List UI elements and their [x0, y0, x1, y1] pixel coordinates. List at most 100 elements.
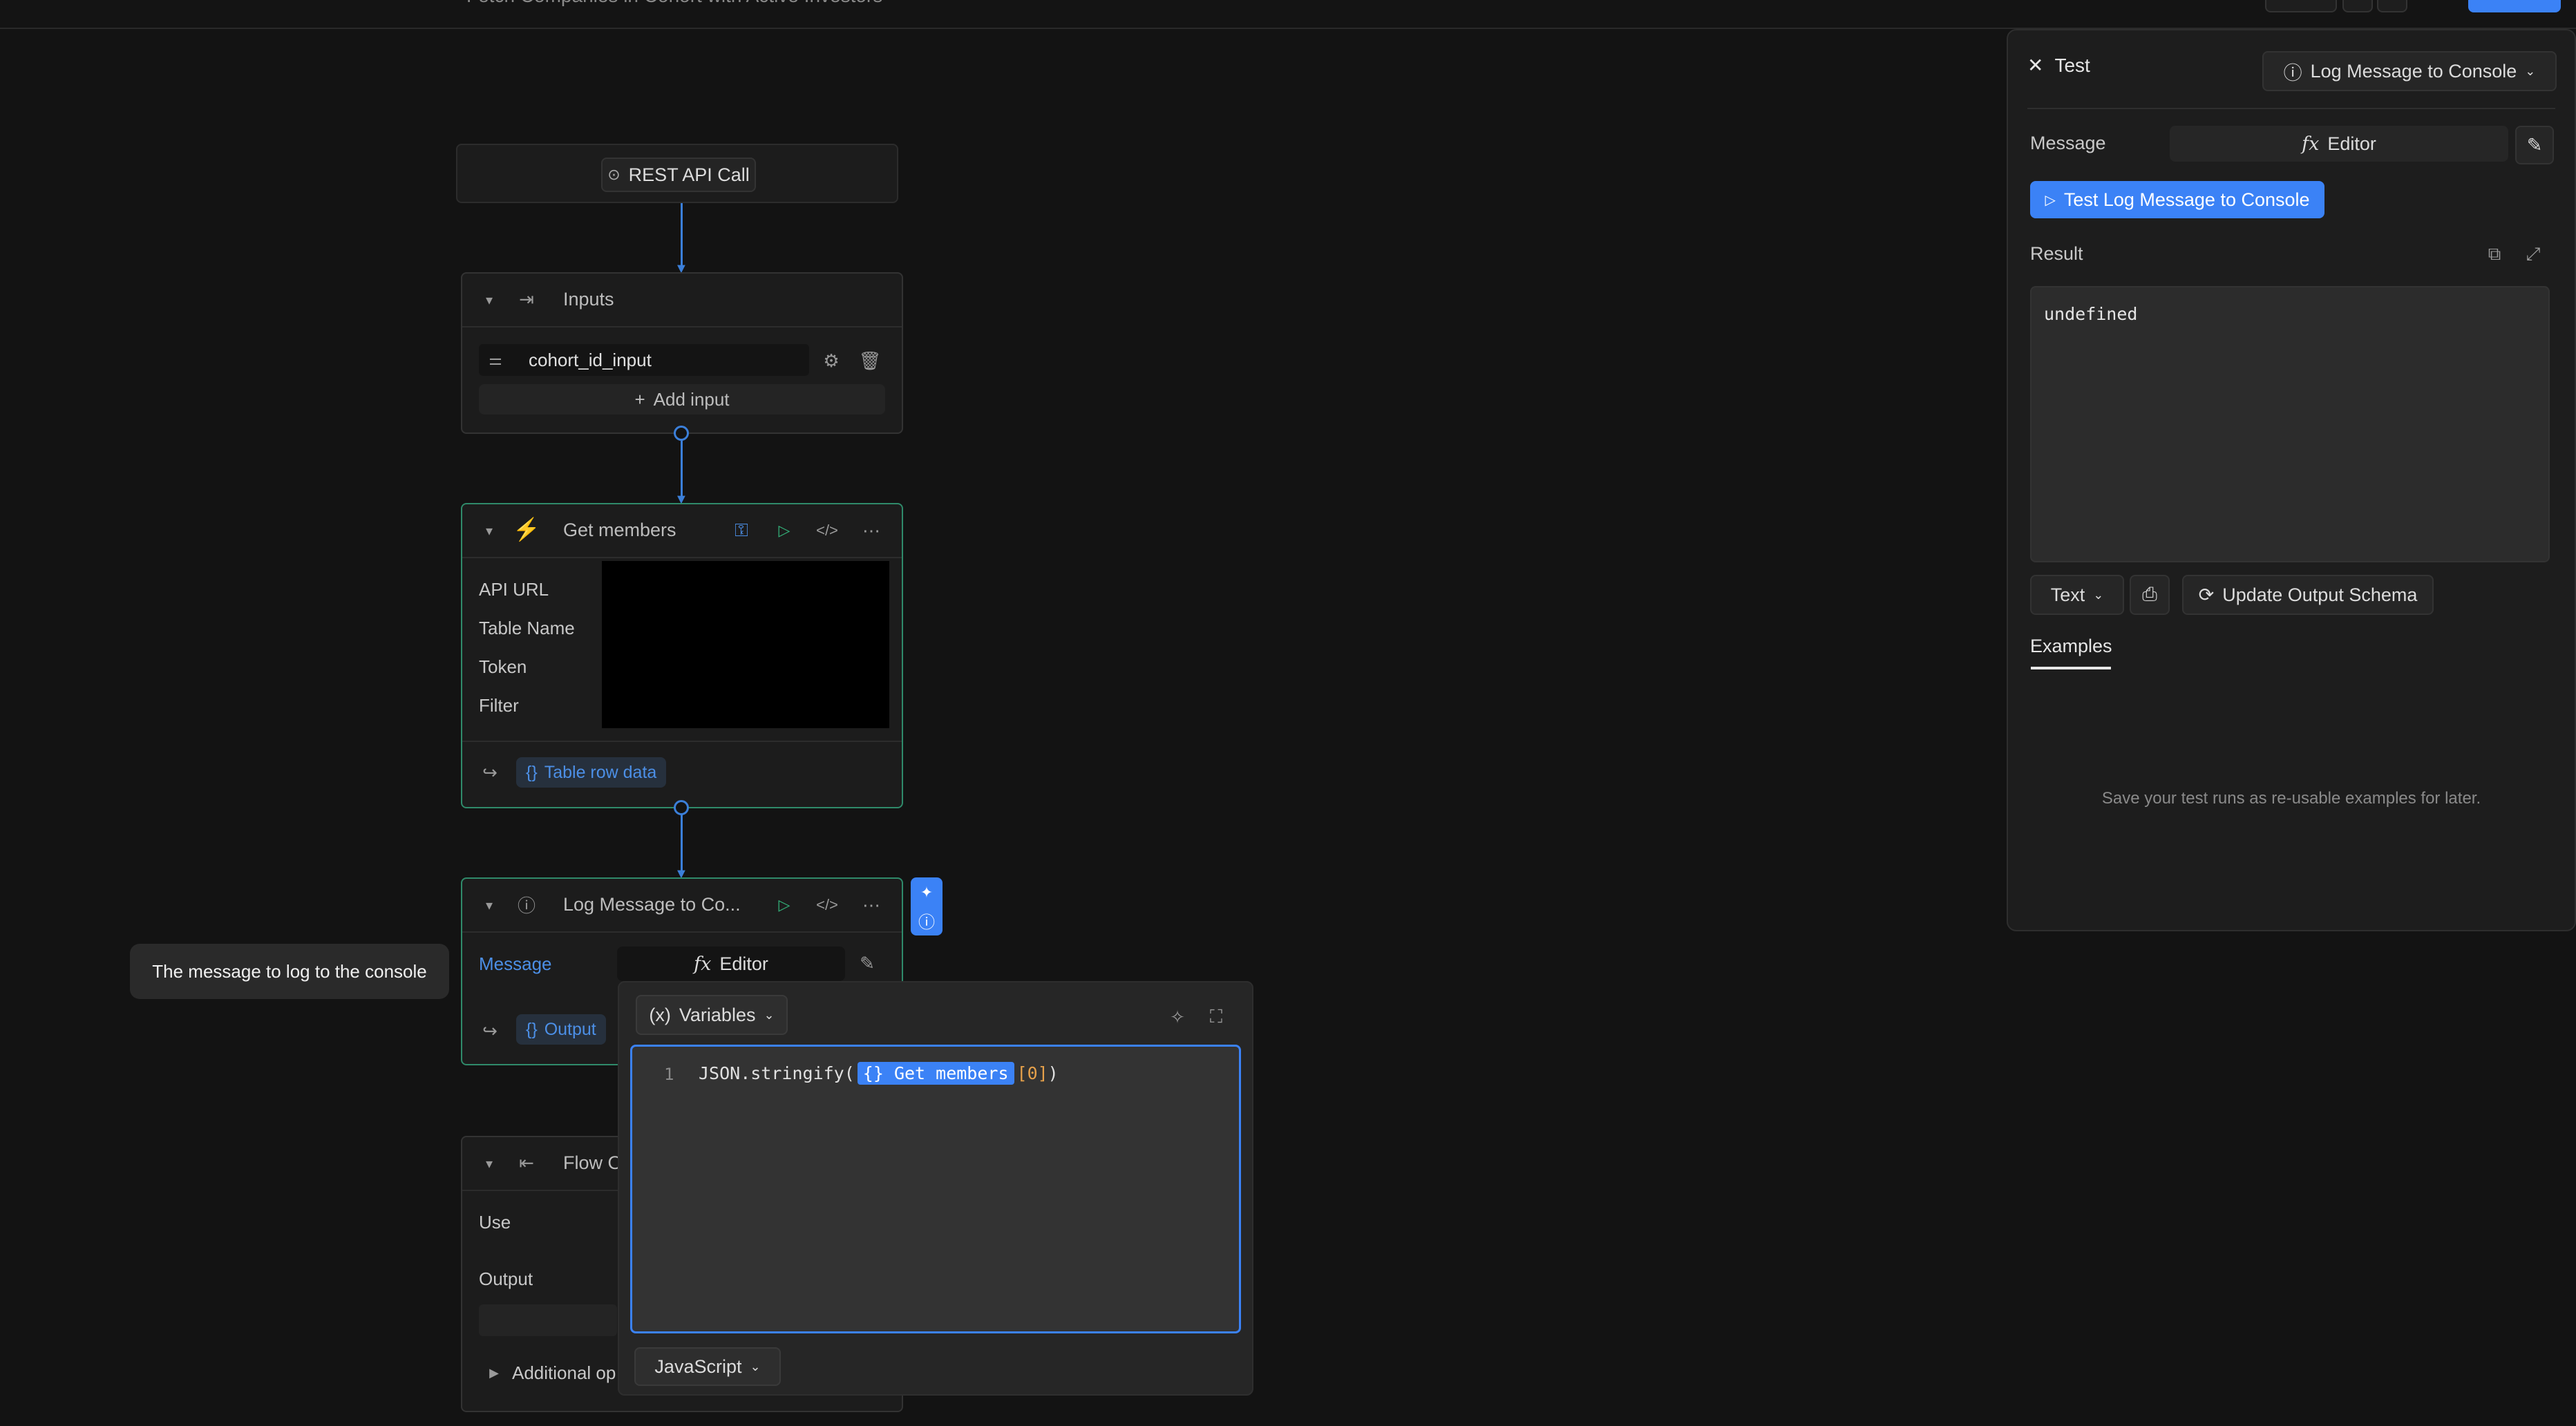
output-label: Output	[544, 1019, 596, 1039]
play-icon: ▷	[2045, 192, 2056, 208]
test-step-button[interactable]: ▷ Test Log Message to Console	[2030, 181, 2324, 218]
expand-icon[interactable]: ⤢	[2519, 240, 2547, 268]
webhook-icon: ⊙	[607, 166, 621, 183]
connector-handle[interactable]	[674, 426, 689, 441]
get-members-node[interactable]: ▾ ⚡ Get members ⚿ ▷ </> ⋯ API URL Table …	[461, 503, 903, 808]
close-test-button[interactable]: ✕ Test	[2027, 54, 2090, 77]
info-icon: ⓘ	[517, 895, 536, 916]
add-input-button[interactable]: + Add input	[479, 384, 885, 415]
step-select-dropdown[interactable]: ⓘ Log Message to Console ⌄	[2262, 51, 2557, 91]
collapse-icon[interactable]: ▾	[486, 897, 493, 914]
input-row[interactable]: ⚌ cohort_id_input	[479, 344, 809, 376]
expand-triangle-icon[interactable]: ▶	[487, 1362, 501, 1383]
step-select-label: Log Message to Console	[2310, 60, 2517, 82]
lightning-icon: ⚡	[513, 517, 540, 542]
run-icon[interactable]: ▷	[770, 891, 798, 919]
inputs-header: ▾ ⇥ Inputs	[462, 274, 902, 327]
function-icon: fx	[694, 953, 712, 975]
result-label: Result	[2030, 243, 2083, 264]
node-title: Inputs	[563, 289, 614, 310]
test-step-label: Test Log Message to Console	[2063, 189, 2310, 210]
plus-icon: +	[634, 388, 645, 410]
variables-dropdown[interactable]: (x) Variables ⌄	[636, 995, 788, 1035]
node-title: Get members	[563, 520, 676, 540]
braces-icon: {}	[862, 1063, 894, 1083]
test-flow-button[interactable]	[2265, 0, 2337, 12]
log-message-header: ▾ ⓘ Log Message to Co... ▷ </> ⋯	[462, 879, 902, 933]
node-title: Flow O	[563, 1152, 623, 1173]
editor-label: Editor	[719, 953, 768, 974]
code-icon[interactable]: </>	[813, 517, 841, 544]
info-icon[interactable]: ⓘ	[913, 908, 940, 933]
variables-label: Variables	[679, 1004, 756, 1025]
message-editor-button[interactable]: fx Editor	[617, 947, 845, 981]
divider	[2027, 108, 2555, 109]
save-icon[interactable]: ⎙	[2130, 575, 2170, 615]
language-dropdown[interactable]: JavaScript ⌄	[634, 1347, 781, 1386]
code-icon[interactable]: </>	[813, 891, 841, 919]
language-label: JavaScript	[654, 1356, 742, 1377]
fullscreen-icon[interactable]: ⛶	[1202, 1003, 1230, 1031]
flow-title: Fetch Companies in Cohort with Active In…	[466, 0, 882, 7]
code-editor[interactable]: 1 JSON.stringify( {} Get members [0] )	[630, 1045, 1241, 1333]
variable-chip-label: Get members	[893, 1063, 1009, 1083]
key-icon[interactable]: ⚿	[728, 517, 755, 544]
message-label: Message	[2030, 133, 2106, 153]
output-field[interactable]	[479, 1304, 617, 1336]
pencil-icon[interactable]: ✎	[2515, 126, 2554, 164]
settings-icon[interactable]: ⚙	[817, 347, 845, 374]
field-label-table-name: Table Name	[479, 618, 575, 638]
more-icon[interactable]: ⋯	[858, 517, 885, 544]
add-input-label: Add input	[653, 388, 730, 410]
field-label-api-url: API URL	[479, 579, 549, 600]
empty-examples-text: Save your test runs as re-usable example…	[2101, 789, 2481, 808]
function-icon: fx	[2302, 133, 2320, 155]
edge	[681, 434, 683, 500]
variable-chip[interactable]: {} Get members	[857, 1062, 1014, 1085]
text-type-icon: ⚌	[489, 351, 502, 368]
tab-underline	[2031, 667, 2112, 669]
input-name[interactable]: cohort_id_input	[529, 350, 652, 371]
code-editor-popover: (x) Variables ⌄ ✧ ⛶ 1 JSON.stringify( {}…	[618, 981, 1253, 1396]
fields-preview[interactable]	[602, 561, 889, 728]
edge	[681, 808, 683, 875]
tab-examples[interactable]: Examples	[2030, 636, 2112, 669]
update-schema-button[interactable]: ⟳ Update Output Schema	[2182, 575, 2434, 615]
output-arrow-icon: ↪	[482, 761, 498, 783]
trigger-label: REST API Call	[628, 164, 750, 185]
additional-options-label[interactable]: Additional op	[512, 1362, 616, 1384]
collapse-icon[interactable]: ▾	[486, 292, 493, 309]
message-editor-button[interactable]: fx Editor	[2170, 126, 2508, 162]
output-label: Table row data	[544, 762, 657, 782]
connector-handle[interactable]	[674, 800, 689, 815]
format-select-dropdown[interactable]: Text ⌄	[2030, 575, 2124, 615]
input-arrow-icon: ⇥	[519, 288, 534, 310]
collapse-icon[interactable]: ▾	[486, 522, 493, 540]
trash-icon[interactable]: 🗑	[856, 347, 884, 374]
save-icon[interactable]	[2377, 0, 2407, 12]
braces-icon: {}	[526, 1019, 538, 1039]
update-schema-label: Update Output Schema	[2222, 584, 2418, 605]
history-icon[interactable]	[2342, 0, 2373, 12]
output-pill[interactable]: {} Output	[516, 1014, 606, 1045]
ship-button[interactable]	[2468, 0, 2561, 12]
output-arrow-icon: ↪	[482, 1020, 498, 1041]
tooltip: The message to log to the console	[130, 944, 449, 999]
code-line[interactable]: JSON.stringify( {} Get members [0] )	[699, 1062, 1059, 1085]
format-select-label: Text	[2050, 584, 2085, 605]
result-value: undefined	[2044, 304, 2138, 324]
output-pill[interactable]: {} Table row data	[516, 757, 667, 788]
more-icon[interactable]: ⋯	[858, 891, 885, 919]
run-icon[interactable]: ▷	[770, 517, 798, 544]
ai-assist-icon[interactable]: ✦	[913, 880, 940, 905]
trigger-button[interactable]: ⊙ REST API Call	[601, 158, 756, 192]
chevron-down-icon: ⌄	[2525, 64, 2536, 78]
magic-wand-icon[interactable]: ✧	[1164, 1003, 1191, 1031]
copy-icon[interactable]: ⧉	[2481, 240, 2508, 268]
trigger-node[interactable]: ⊙ REST API Call	[456, 144, 898, 203]
inputs-node[interactable]: ▾ ⇥ Inputs ⚌ cohort_id_input ⚙ 🗑 + Add i…	[461, 272, 903, 434]
pencil-icon[interactable]: ✎	[853, 949, 881, 977]
result-box[interactable]: undefined	[2030, 286, 2550, 562]
message-label: Message	[479, 953, 552, 974]
collapse-icon[interactable]: ▾	[486, 1155, 493, 1172]
